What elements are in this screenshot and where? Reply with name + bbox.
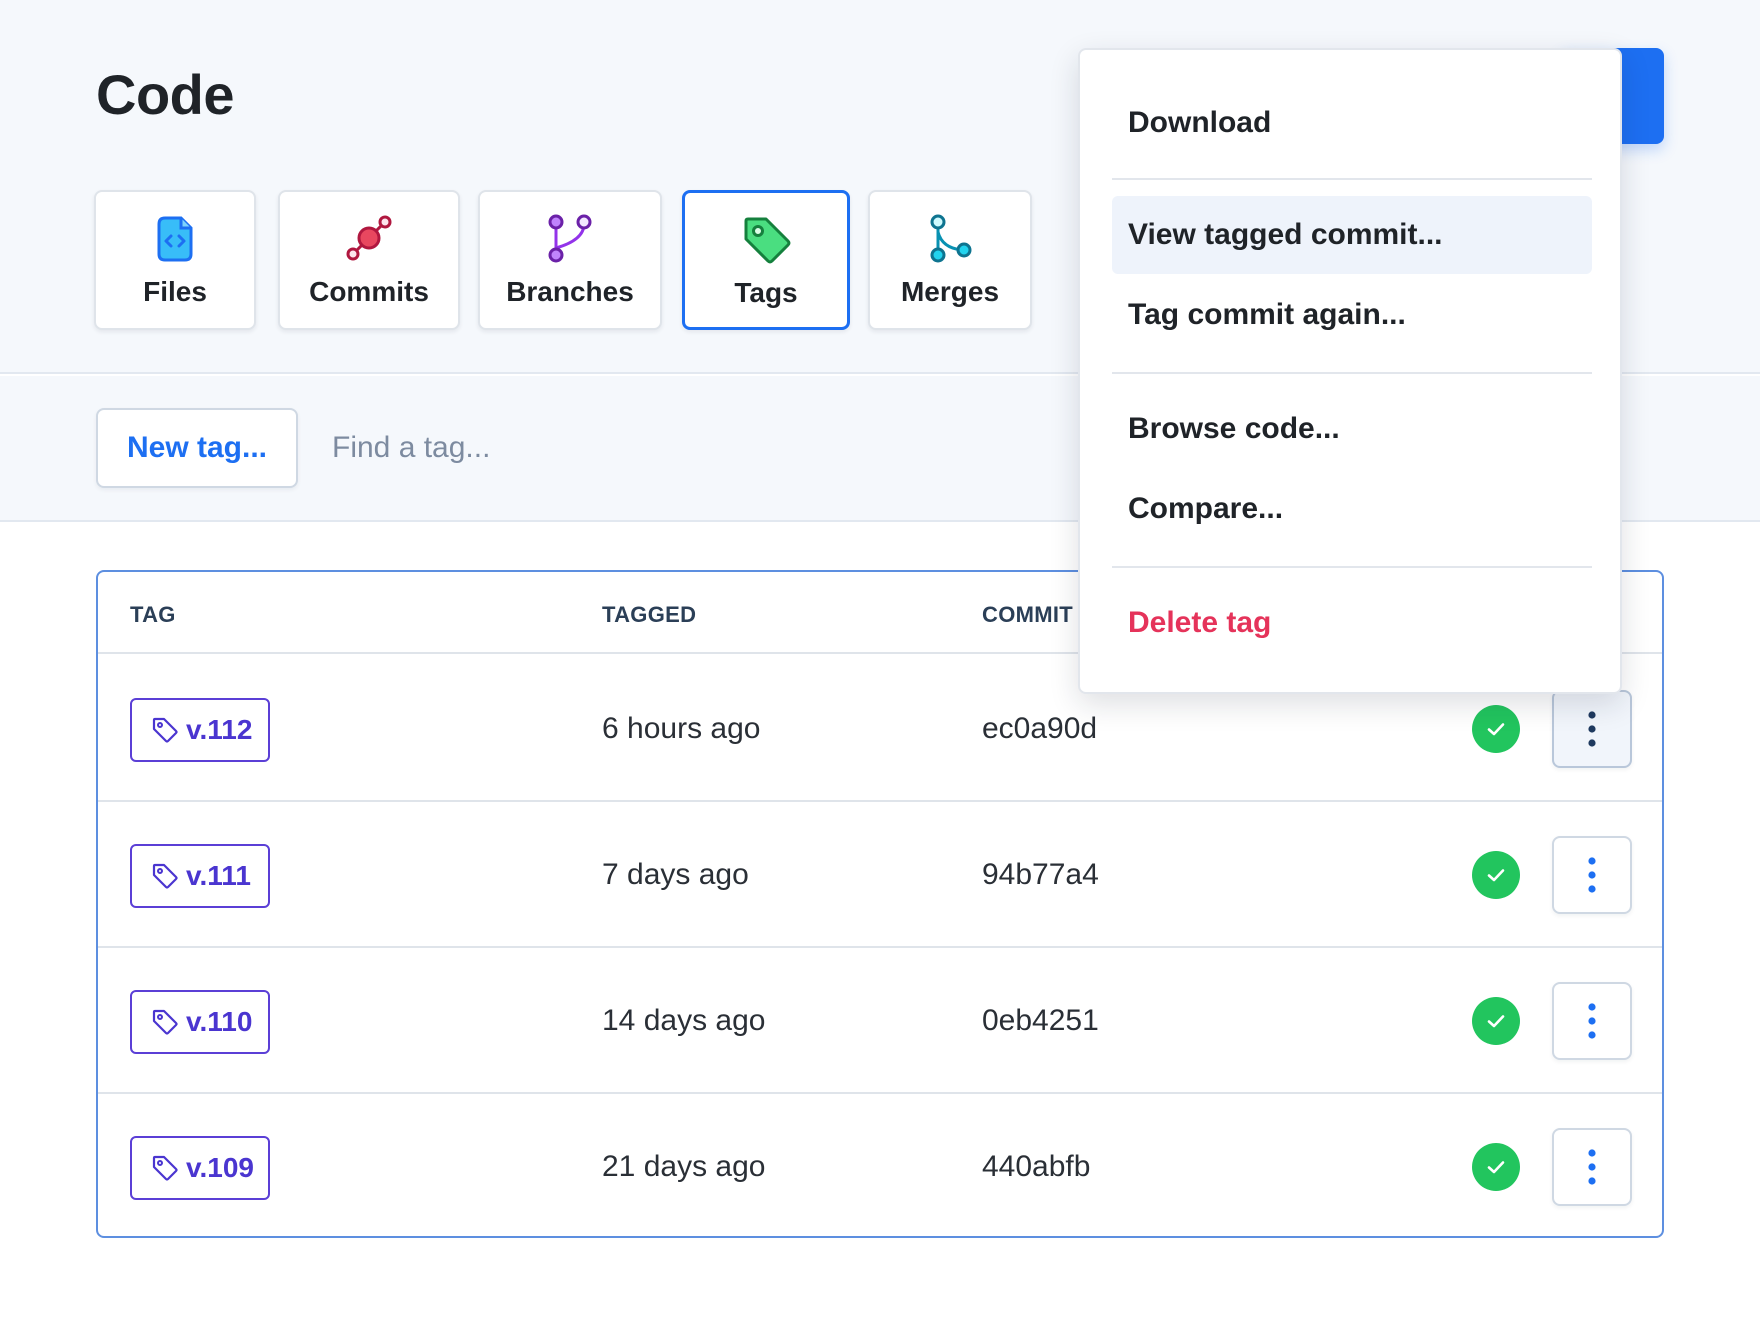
menu-item-browse-code[interactable]: Browse code...: [1112, 390, 1592, 468]
commit-hash: ec0a90d: [982, 712, 1098, 745]
tab-merges[interactable]: Merges: [868, 190, 1032, 330]
column-header-tag: TAG: [130, 602, 176, 627]
tagged-time: 7 days ago: [602, 858, 749, 891]
commit-hash: 0eb4251: [982, 1004, 1099, 1037]
row-actions-button[interactable]: [1552, 982, 1632, 1060]
tag-outline-icon: [152, 1155, 178, 1181]
tab-merges-label: Merges: [900, 276, 1000, 307]
menu-divider: [1112, 566, 1592, 568]
tag-name: v.112: [186, 714, 253, 745]
tag-link[interactable]: v.110: [130, 990, 270, 1054]
success-check-icon: [1472, 997, 1520, 1045]
row-actions-button[interactable]: [1552, 1128, 1632, 1206]
menu-item-delete-tag[interactable]: Delete tag: [1112, 584, 1592, 662]
tag-link[interactable]: v.109: [130, 1136, 270, 1200]
menu-divider: [1112, 372, 1592, 374]
menu-divider: [1112, 178, 1592, 180]
success-check-icon: [1472, 1143, 1520, 1191]
tab-files-label: Files: [143, 276, 207, 307]
tab-commits[interactable]: Commits: [278, 190, 460, 330]
row-actions-button[interactable]: [1552, 836, 1632, 914]
tag-link[interactable]: v.111: [130, 844, 270, 908]
tab-commits-label: Commits: [309, 276, 429, 307]
menu-item-tag-commit-again[interactable]: Tag commit again...: [1112, 276, 1592, 354]
menu-item-view-tagged-commit[interactable]: View tagged commit...: [1112, 196, 1592, 274]
commit-icon: [346, 215, 392, 261]
tab-tags-label: Tags: [734, 277, 798, 308]
tab-tags[interactable]: Tags: [682, 190, 850, 330]
table-row: v.111 7 days ago 94b77a4: [98, 802, 1662, 948]
tag-name: v.110: [186, 1006, 253, 1037]
file-code-icon: [157, 216, 193, 262]
column-header-commit: COMMIT: [982, 602, 1074, 627]
tag-name: v.109: [186, 1152, 254, 1183]
tag-outline-icon: [152, 863, 178, 889]
table-row: v.110 14 days ago 0eb4251: [98, 948, 1662, 1094]
tag-search-input[interactable]: [320, 408, 840, 488]
more-vertical-icon: [1588, 857, 1596, 893]
commit-hash: 440abfb: [982, 1150, 1091, 1183]
tagged-time: 21 days ago: [602, 1150, 766, 1183]
tag-outline-icon: [152, 717, 178, 743]
menu-item-compare[interactable]: Compare...: [1112, 470, 1592, 548]
more-vertical-icon: [1588, 1003, 1596, 1039]
tagged-time: 14 days ago: [602, 1004, 766, 1037]
branch-icon: [548, 214, 592, 263]
column-header-tagged: TAGGED: [602, 602, 697, 627]
merge-icon: [930, 214, 972, 263]
tab-branches[interactable]: Branches: [478, 190, 662, 330]
tab-files[interactable]: Files: [94, 190, 256, 330]
commit-hash: 94b77a4: [982, 858, 1099, 891]
page-title: Code: [96, 63, 235, 126]
tag-actions-menu: Download View tagged commit... Tag commi…: [1078, 48, 1622, 694]
new-tag-button[interactable]: New tag...: [96, 408, 298, 488]
success-check-icon: [1472, 705, 1520, 753]
tab-branches-label: Branches: [506, 276, 634, 307]
tagged-time: 6 hours ago: [602, 712, 761, 745]
row-actions-button[interactable]: [1552, 690, 1632, 768]
more-vertical-icon: [1588, 1149, 1596, 1185]
table-row: v.109 21 days ago 440abfb: [98, 1094, 1662, 1236]
tag-outline-icon: [152, 1009, 178, 1035]
tag-link[interactable]: v.112: [130, 698, 270, 762]
menu-item-download[interactable]: Download: [1112, 84, 1592, 162]
tag-name: v.111: [186, 860, 251, 891]
success-check-icon: [1472, 851, 1520, 899]
tag-icon: [744, 217, 791, 264]
more-vertical-icon: [1588, 711, 1596, 747]
